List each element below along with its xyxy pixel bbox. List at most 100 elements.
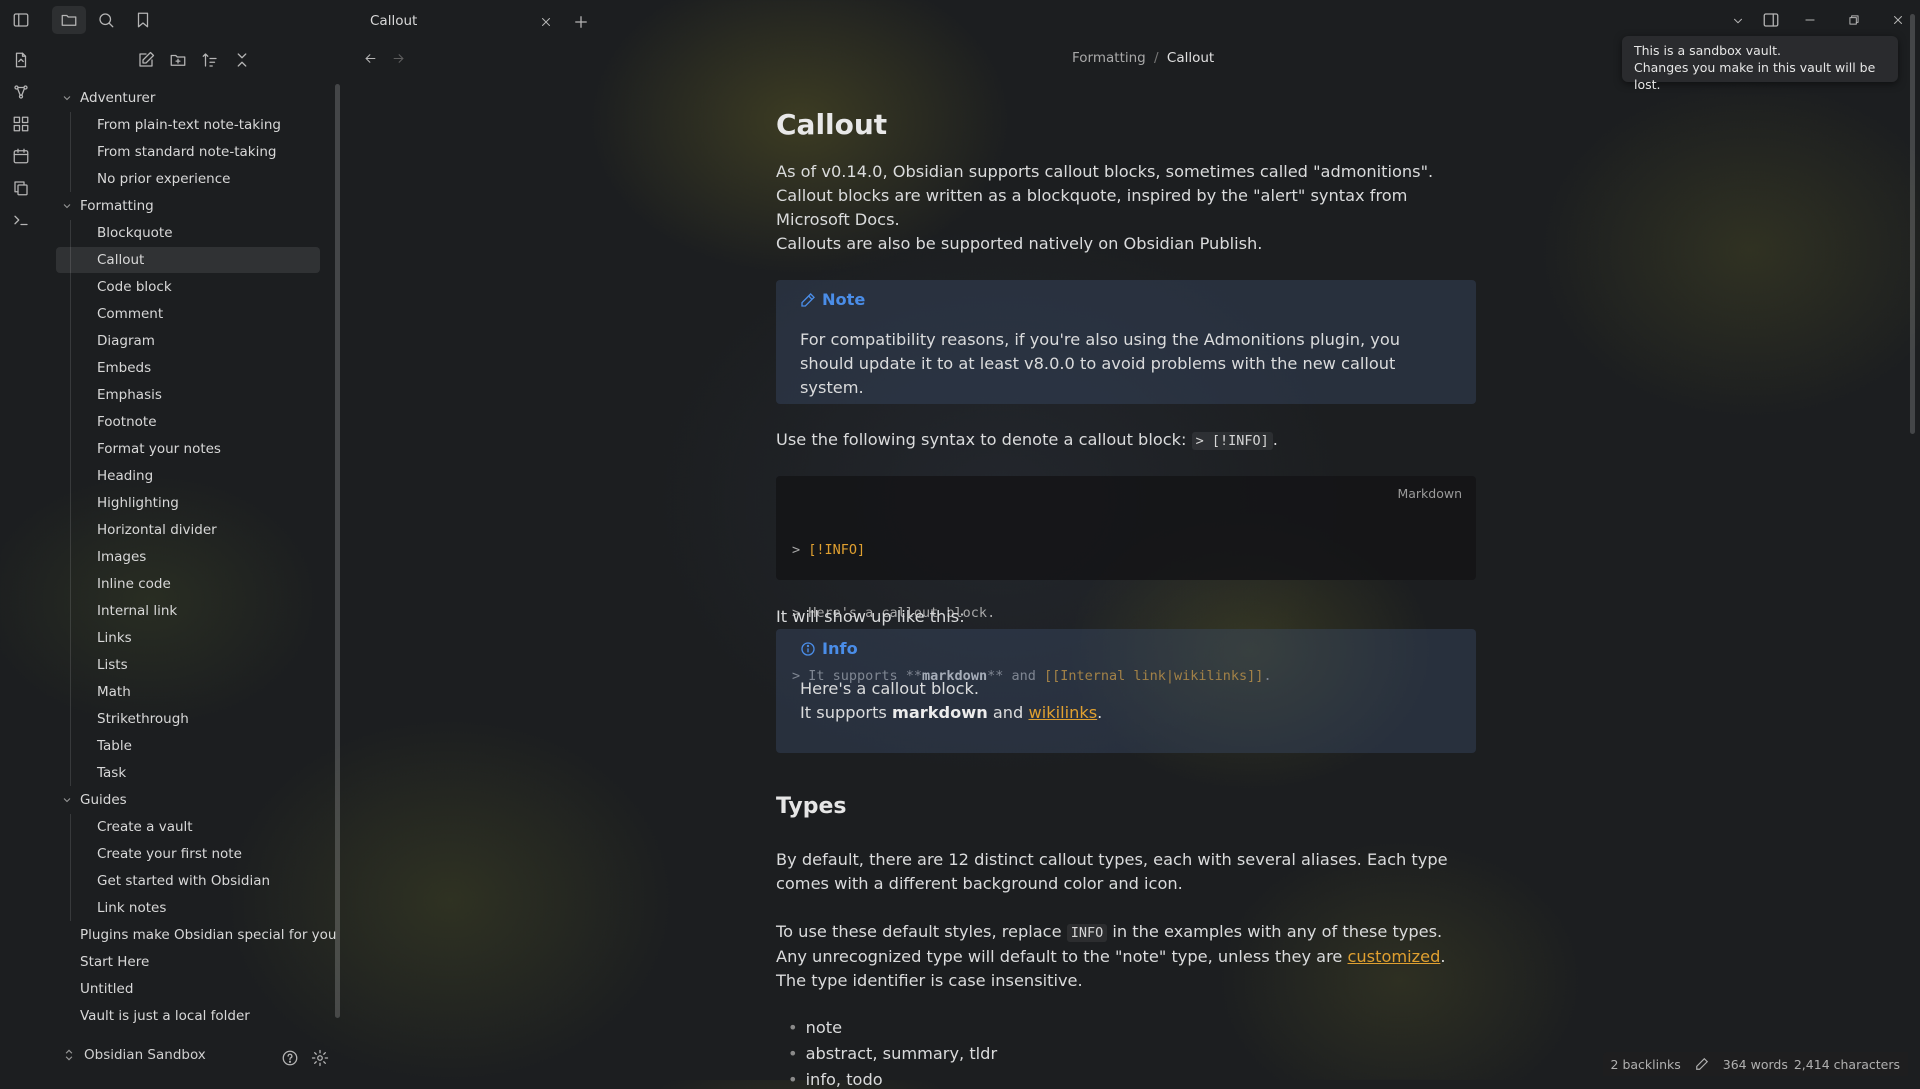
new-tab-plus-icon[interactable]: [571, 12, 591, 32]
tree-item-label: Plugins make Obsidian special for you: [80, 927, 337, 943]
tree-file[interactable]: Heading: [56, 463, 320, 489]
tree-item-label: Callout: [97, 252, 145, 268]
note-content[interactable]: Callout As of v0.14.0, Obsidian supports…: [776, 0, 1476, 1089]
tree-item-label: Code block: [97, 279, 172, 295]
tree-item-label: Highlighting: [97, 495, 179, 511]
vault-name[interactable]: Obsidian Sandbox: [84, 1047, 206, 1063]
new-note-icon[interactable]: [136, 50, 156, 70]
edit-pencil-icon[interactable]: [1695, 1057, 1709, 1071]
tree-item-label: Start Here: [80, 954, 150, 970]
bookmark-icon[interactable]: [133, 10, 153, 30]
tree-folder[interactable]: Formatting: [56, 193, 320, 219]
content-scrollbar[interactable]: [1910, 14, 1915, 434]
indent-guide: [70, 814, 71, 921]
sidebar-scrollbar[interactable]: [335, 84, 340, 1018]
chevron-down-icon[interactable]: [60, 787, 74, 813]
tree-file[interactable]: From standard note-taking: [56, 139, 320, 165]
status-bar: 2 backlinks 364 words 2,414 characters: [1602, 1052, 1908, 1076]
word-count: 364 words: [1722, 1056, 1788, 1072]
tree-file[interactable]: Lists: [56, 652, 320, 678]
code-line-1: > [!INFO]: [792, 540, 1272, 561]
help-icon[interactable]: [280, 1048, 300, 1068]
syntax-inline-code: > [!INFO]: [1191, 432, 1273, 450]
tree-item-label: Diagram: [97, 333, 155, 349]
close-tab-icon[interactable]: [536, 12, 556, 32]
tree-file[interactable]: Images: [56, 544, 320, 570]
backlinks-count[interactable]: 2 backlinks: [1611, 1057, 1681, 1072]
graph-icon[interactable]: [11, 82, 31, 102]
tree-file[interactable]: Get started with Obsidian: [56, 868, 320, 894]
tree-file[interactable]: Links: [56, 625, 320, 651]
tab-callout[interactable]: Callout: [356, 6, 566, 38]
code-language-label: Markdown: [1397, 486, 1462, 501]
tree-file[interactable]: Create your first note: [56, 841, 320, 867]
back-arrow-icon[interactable]: [360, 48, 380, 68]
tree-file[interactable]: Math: [56, 679, 320, 705]
right-sidebar-toggle-icon[interactable]: [1761, 10, 1781, 30]
tree-file[interactable]: Inline code: [56, 571, 320, 597]
list-item: abstract, summary, tldr: [776, 1044, 998, 1063]
chevron-down-icon[interactable]: [60, 193, 74, 219]
sidebar-toggle-icon[interactable]: [11, 10, 31, 30]
sort-icon[interactable]: [200, 50, 220, 70]
tree-file[interactable]: Internal link: [56, 598, 320, 624]
tree-file[interactable]: Vault is just a local folder: [56, 1003, 320, 1029]
tree-item-label: Guides: [80, 792, 127, 808]
tree-file[interactable]: Blockquote: [56, 220, 320, 246]
tab-list-chevron-icon[interactable]: [1728, 11, 1748, 31]
forward-arrow-icon[interactable]: [388, 48, 408, 68]
tree-file[interactable]: Plugins make Obsidian special for you: [56, 922, 336, 948]
note-callout-title: Note: [800, 290, 865, 309]
tree-item-label: Get started with Obsidian: [97, 873, 271, 889]
tree-item-label: From standard note-taking: [97, 144, 277, 160]
folder-icon[interactable]: [59, 10, 79, 30]
terminal-icon[interactable]: [11, 210, 31, 230]
tree-file[interactable]: Footnote: [56, 409, 320, 435]
settings-gear-icon[interactable]: [310, 1048, 330, 1068]
tree-file[interactable]: Create a vault: [56, 814, 320, 840]
tree-file[interactable]: Table: [56, 733, 320, 759]
tree-item-label: Table: [97, 738, 132, 754]
tree-file[interactable]: Task: [56, 760, 320, 786]
note-callout: Note For compatibility reasons, if you'r…: [776, 280, 1476, 404]
tree-file[interactable]: Diagram: [56, 328, 320, 354]
code-block[interactable]: Markdown > [!INFO] > Here's a callout bl…: [776, 476, 1476, 684]
copy-icon[interactable]: [11, 178, 31, 198]
collapse-icon[interactable]: [232, 50, 252, 70]
search-icon[interactable]: [96, 10, 116, 30]
tree-item-label: Lists: [97, 657, 128, 673]
customized-link[interactable]: customized: [1348, 947, 1441, 966]
tree-file[interactable]: Code block: [56, 274, 320, 300]
sandbox-tooltip: This is a sandbox vault. Changes you mak…: [1622, 36, 1898, 92]
calendar-icon[interactable]: [11, 146, 31, 166]
tree-file[interactable]: Embeds: [56, 355, 320, 381]
tree-file[interactable]: Comment: [56, 301, 320, 327]
tree-file[interactable]: Highlighting: [56, 490, 320, 516]
close-window-icon[interactable]: [1888, 10, 1908, 30]
info-circle-icon: [800, 641, 816, 657]
tree-file[interactable]: Link notes: [56, 895, 320, 921]
tree-file[interactable]: Callout: [56, 247, 320, 273]
wikilinks-link[interactable]: wikilinks: [1028, 703, 1097, 722]
tree-folder[interactable]: Adventurer: [56, 85, 320, 111]
new-folder-icon[interactable]: [168, 50, 188, 70]
vault-switcher-icon[interactable]: [62, 1048, 76, 1062]
tree-file[interactable]: Format your notes: [56, 436, 320, 462]
intro-paragraph: As of v0.14.0, Obsidian supports callout…: [776, 162, 1434, 229]
restore-icon[interactable]: [1844, 10, 1864, 30]
tree-file[interactable]: Emphasis: [56, 382, 320, 408]
types-p2-a: To use these default styles, replace: [776, 922, 1067, 941]
tree-folder[interactable]: Guides: [56, 787, 320, 813]
tree-file[interactable]: From plain-text note-taking: [56, 112, 320, 138]
minimize-icon[interactable]: [1800, 10, 1820, 30]
tree-item-label: Format your notes: [97, 441, 221, 457]
tree-file[interactable]: Horizontal divider: [56, 517, 320, 543]
canvas-icon[interactable]: [11, 114, 31, 134]
tree-file[interactable]: Strikethrough: [56, 706, 320, 732]
chevron-down-icon[interactable]: [60, 85, 74, 111]
tree-file[interactable]: Untitled: [56, 976, 320, 1002]
syntax-paragraph: Use the following syntax to denote a cal…: [776, 428, 1476, 453]
tree-file[interactable]: Start Here: [56, 949, 320, 975]
tree-file[interactable]: No prior experience: [56, 166, 320, 192]
file-open-icon[interactable]: [11, 50, 31, 70]
